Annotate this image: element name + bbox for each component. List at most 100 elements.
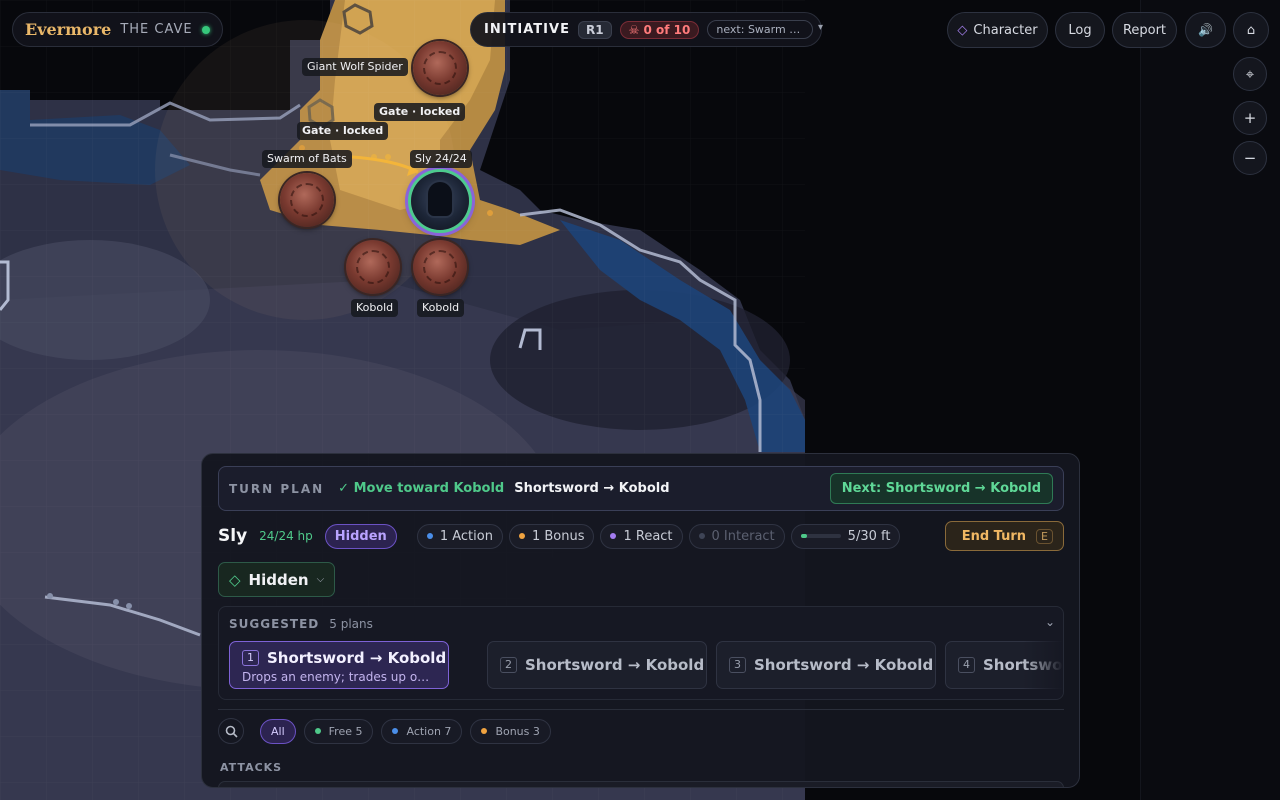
zoom-out-button[interactable]: − <box>1233 141 1267 175</box>
plan-number: 1 <box>242 650 259 666</box>
suggested-title: SUGGESTED <box>229 617 320 631</box>
diamond-icon: ◇ <box>229 570 241 589</box>
gate-label[interactable]: Gate · locked <box>374 103 466 121</box>
location-name: THE CAVE <box>120 22 193 37</box>
resource-dot-icon <box>518 533 525 539</box>
home-icon: ⌂ <box>1246 22 1256 38</box>
app-name: Evermore <box>25 20 112 39</box>
game-screen: Giant Wolf Spider Gate · locked Gate · l… <box>0 0 1280 800</box>
filter-all[interactable]: All <box>260 718 296 744</box>
action-filters: All Free 5 Action 7 Bonus 3 <box>218 718 551 744</box>
plan-card[interactable]: 2 Shortsword → Kobold <box>487 641 707 689</box>
movement-label: 5/30 ft <box>847 528 891 544</box>
kobold-label: Kobold <box>417 299 465 317</box>
collapse-chevron-icon[interactable]: ⌄ <box>1045 615 1055 629</box>
dot-icon <box>481 728 488 734</box>
round-badge: R1 <box>577 20 612 39</box>
speaker-icon: 🔊 <box>1198 23 1213 37</box>
completed-step: ✓ Move toward Kobold <box>338 481 505 496</box>
campaign-badge: Evermore THE CAVE <box>12 12 223 47</box>
hit-points: 24/24 hp <box>259 529 313 543</box>
report-button[interactable]: Report <box>1112 12 1177 48</box>
reaction-resource: 1 React <box>600 523 683 549</box>
scroll-fade <box>1023 637 1063 697</box>
character-button-label: Character <box>973 22 1038 38</box>
connection-status-icon <box>201 25 210 34</box>
spider-label: Giant Wolf Spider <box>302 58 408 76</box>
resource-dot-icon <box>426 533 433 539</box>
hotkey-badge: E <box>1036 528 1053 544</box>
end-turn-label: End Turn <box>961 528 1027 544</box>
plan-number: 4 <box>958 657 975 673</box>
filter-free[interactable]: Free 5 <box>303 718 374 744</box>
next-turn-label: next: Swarm of ... <box>707 20 814 39</box>
chevron-down-icon[interactable]: ▾ <box>818 22 823 33</box>
gate-label[interactable]: Gate · locked <box>297 122 389 140</box>
resource-label: 1 Bonus <box>531 528 585 544</box>
initiative-label: INITIATIVE <box>484 22 570 37</box>
turn-plan-label: TURN PLAN <box>229 481 325 496</box>
character-name: Sly <box>218 526 248 546</box>
resource-dot-icon <box>698 533 705 539</box>
filter-label: Bonus 3 <box>495 724 540 738</box>
action-resource: 1 Action <box>416 523 503 549</box>
swarm-of-bats-token[interactable] <box>280 173 334 227</box>
filter-label: Free 5 <box>328 724 363 738</box>
sound-toggle-button[interactable]: 🔊 <box>1185 12 1226 48</box>
suggested-count: 5 plans <box>329 617 373 631</box>
filter-action[interactable]: Action 7 <box>381 718 463 744</box>
recenter-button[interactable]: ⌖ <box>1233 57 1267 91</box>
movement-bar-fill <box>800 534 808 538</box>
plan-description: Drops an enemy; trades up on health; g..… <box>242 670 436 684</box>
end-turn-button[interactable]: End Turn E <box>944 521 1064 551</box>
plan-title: Shortsword → Kobold <box>267 649 447 667</box>
chevron-down-icon: ⌵ <box>316 574 325 585</box>
plan-number: 2 <box>500 657 517 673</box>
bats-label: Swarm of Bats <box>262 150 352 168</box>
attacks-heading: ATTACKS <box>220 761 283 774</box>
resource-label: 1 React <box>623 528 673 544</box>
movement-resource: 5/30 ft <box>790 523 901 549</box>
home-button[interactable]: ⌂ <box>1233 12 1269 48</box>
plan-title: Shortsword → Kobold <box>754 656 934 674</box>
resource-label: 0 Interact <box>711 528 775 544</box>
plan-number: 3 <box>729 657 746 673</box>
divider <box>218 709 1064 710</box>
suggested-plans: SUGGESTED 5 plans ⌄ 1 Shortsword → Kobol… <box>218 606 1064 700</box>
movement-bar <box>800 534 841 538</box>
resource-dot-icon <box>610 533 617 539</box>
kobold-token[interactable] <box>413 240 467 294</box>
current-step: Shortsword → Kobold <box>514 481 670 496</box>
plan-title: Shortsword → Kobold <box>525 656 705 674</box>
character-button[interactable]: ◇ Character <box>947 12 1048 48</box>
character-status-row: Sly 24/24 hp Hidden 1 Action 1 Bonus 1 R… <box>218 521 1064 551</box>
dot-icon <box>314 728 321 734</box>
search-icon[interactable] <box>218 718 244 744</box>
condition-badge[interactable]: Hidden <box>324 523 397 549</box>
kobold-token[interactable] <box>346 240 400 294</box>
stance-label: Hidden <box>248 570 309 589</box>
report-button-label: Report <box>1122 22 1167 38</box>
zoom-in-button[interactable]: + <box>1233 101 1267 135</box>
log-button[interactable]: Log <box>1055 12 1105 48</box>
crosshair-icon: ⌖ <box>1245 65 1255 83</box>
stance-dropdown[interactable]: ◇ Hidden ⌵ <box>218 562 336 597</box>
bonus-resource: 1 Bonus <box>508 523 595 549</box>
defeated-counter: ☠ 0 of 10 <box>619 20 700 39</box>
log-button-label: Log <box>1068 22 1092 38</box>
resource-label: 1 Action <box>439 528 493 544</box>
diamond-icon: ◇ <box>957 22 968 38</box>
interact-resource: 0 Interact <box>688 523 785 549</box>
kobold-label: Kobold <box>351 299 399 317</box>
turn-panel: TURN PLAN ✓ Move toward Kobold Shortswor… <box>201 453 1080 788</box>
giant-wolf-spider-token[interactable] <box>413 41 467 95</box>
filter-bonus[interactable]: Bonus 3 <box>470 718 551 744</box>
filter-label: Action 7 <box>406 724 452 738</box>
sly-player-token[interactable] <box>411 172 469 230</box>
plan-card[interactable]: 3 Shortsword → Kobold <box>716 641 936 689</box>
attack-list-item[interactable] <box>218 781 1064 787</box>
plan-card[interactable]: 1 Shortsword → Kobold Drops an enemy; tr… <box>229 641 449 689</box>
initiative-tracker[interactable]: INITIATIVE R1 ☠ 0 of 10 next: Swarm of .… <box>470 12 823 47</box>
next-step-button[interactable]: Next: Shortsword → Kobold <box>829 473 1053 504</box>
plus-icon: + <box>1243 109 1257 127</box>
